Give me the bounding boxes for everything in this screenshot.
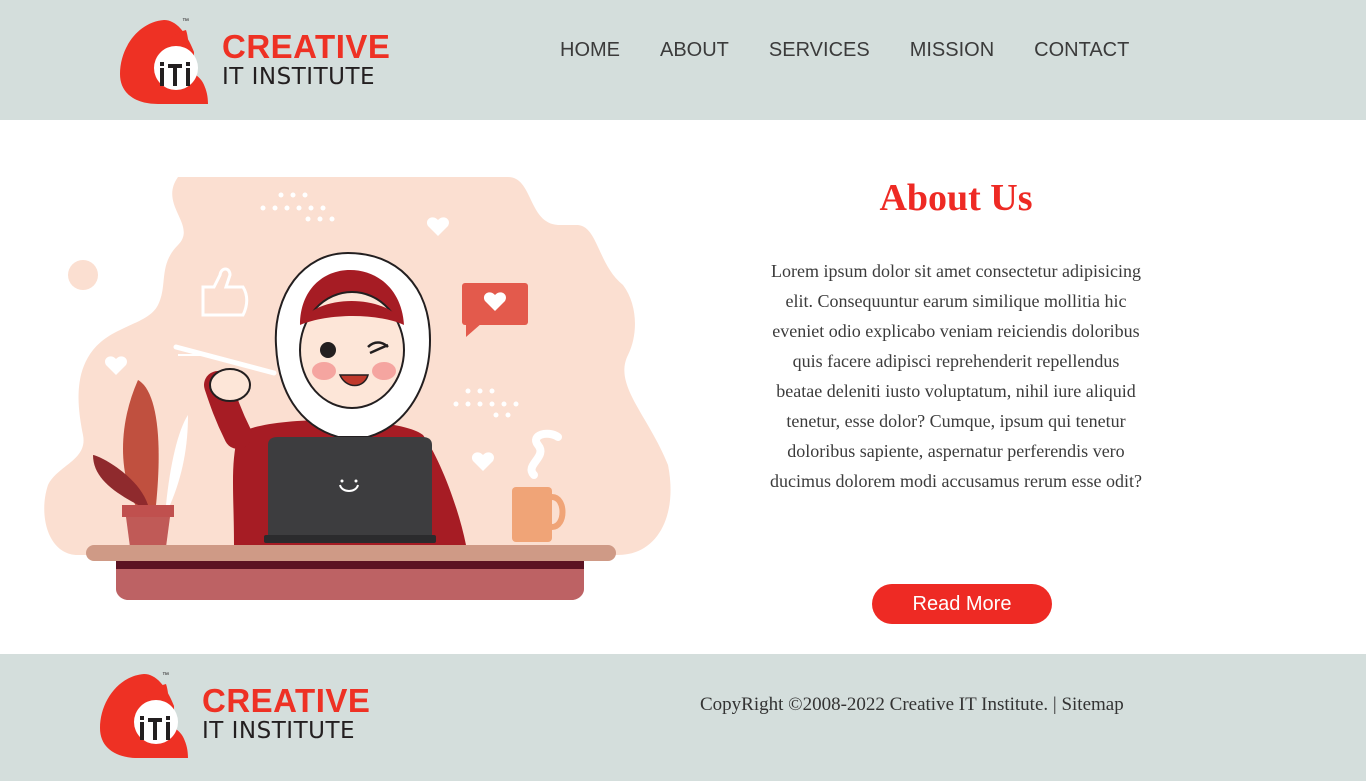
logo-mark-icon (100, 674, 188, 758)
read-more-button[interactable]: Read More (872, 584, 1052, 624)
nav-about[interactable]: ABOUT (640, 39, 749, 62)
copyright-line: CopyRight ©2008-2022 Creative IT Institu… (700, 694, 1124, 716)
about-section: About Us Lorem ipsum dolor sit amet cons… (770, 170, 1142, 496)
logo-line1: CREATIVE (202, 682, 371, 719)
logo-line2: IT INSTITUTE (202, 718, 356, 744)
copyright-separator: | (1052, 694, 1057, 715)
about-body: Lorem ipsum dolor sit amet consectetur a… (770, 261, 1142, 491)
copyright-text: CopyRight ©2008-2022 Creative IT Institu… (700, 694, 1049, 715)
header-logo[interactable]: ™ CREATIVE IT INSTITUTE (118, 18, 398, 106)
logo-line1: CREATIVE (222, 28, 391, 65)
trademark-mark: ™ (182, 18, 189, 25)
nav-mission[interactable]: MISSION (890, 39, 1014, 62)
nav-home[interactable]: HOME (540, 39, 640, 62)
about-illustration (44, 177, 671, 600)
nav-contact[interactable]: CONTACT (1014, 39, 1149, 62)
about-title: About Us (879, 177, 1033, 219)
footer-logo[interactable]: ™ CREATIVE IT INSTITUTE (98, 672, 378, 760)
trademark-mark: ™ (162, 672, 169, 679)
main-nav: HOME ABOUT SERVICES MISSION CONTACT (540, 39, 1149, 62)
nav-services[interactable]: SERVICES (749, 39, 890, 62)
logo-line2: IT INSTITUTE (222, 64, 376, 90)
logo-mark-icon (120, 20, 208, 104)
site-header: ™ CREATIVE IT INSTITUTE HOME ABOUT SERVI… (0, 0, 1366, 120)
sitemap-link[interactable]: Sitemap (1061, 694, 1123, 715)
